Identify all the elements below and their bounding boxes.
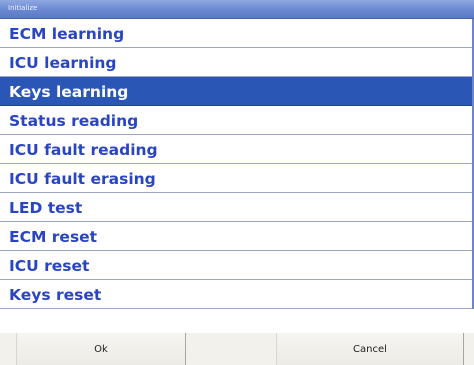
- list-item-status-reading[interactable]: Status reading: [0, 106, 472, 135]
- window-title: Initialize: [8, 4, 38, 12]
- list-item-ecm-learning[interactable]: ECM learning: [0, 19, 472, 48]
- list-item-icu-fault-reading[interactable]: ICU fault reading: [0, 135, 472, 164]
- list-item-keys-reset[interactable]: Keys reset: [0, 280, 472, 309]
- list-item-ecm-reset[interactable]: ECM reset: [0, 222, 472, 251]
- list-empty-area: [0, 309, 474, 333]
- list-item-icu-learning[interactable]: ICU learning: [0, 48, 472, 77]
- list-item-label: ICU fault reading: [9, 141, 158, 159]
- button-bar: Ok Cancel: [0, 333, 474, 365]
- list-item-label: Keys learning: [9, 83, 129, 101]
- list-item-label: ICU fault erasing: [9, 170, 156, 188]
- list-item-label: ICU reset: [9, 257, 90, 275]
- function-list: ECM learning ICU learning Keys learning …: [0, 19, 474, 316]
- list-item-icu-reset[interactable]: ICU reset: [0, 251, 472, 280]
- ok-button[interactable]: Ok: [16, 333, 186, 365]
- cancel-button[interactable]: Cancel: [276, 333, 464, 365]
- title-bar[interactable]: Initialize: [0, 0, 474, 19]
- list-item-label: ECM reset: [9, 228, 98, 246]
- list-item-label: ICU learning: [9, 54, 117, 72]
- list-item-label: Keys reset: [9, 286, 102, 304]
- initialize-dialog: Initialize ECM learning ICU learning Key…: [0, 0, 474, 365]
- list-item-keys-learning[interactable]: Keys learning: [0, 77, 472, 106]
- list-item-led-test[interactable]: LED test: [0, 193, 472, 222]
- list-item-label: Status reading: [9, 112, 139, 130]
- list-item-icu-fault-erasing[interactable]: ICU fault erasing: [0, 164, 472, 193]
- list-item-label: ECM learning: [9, 25, 125, 43]
- list-item-label: LED test: [9, 199, 83, 217]
